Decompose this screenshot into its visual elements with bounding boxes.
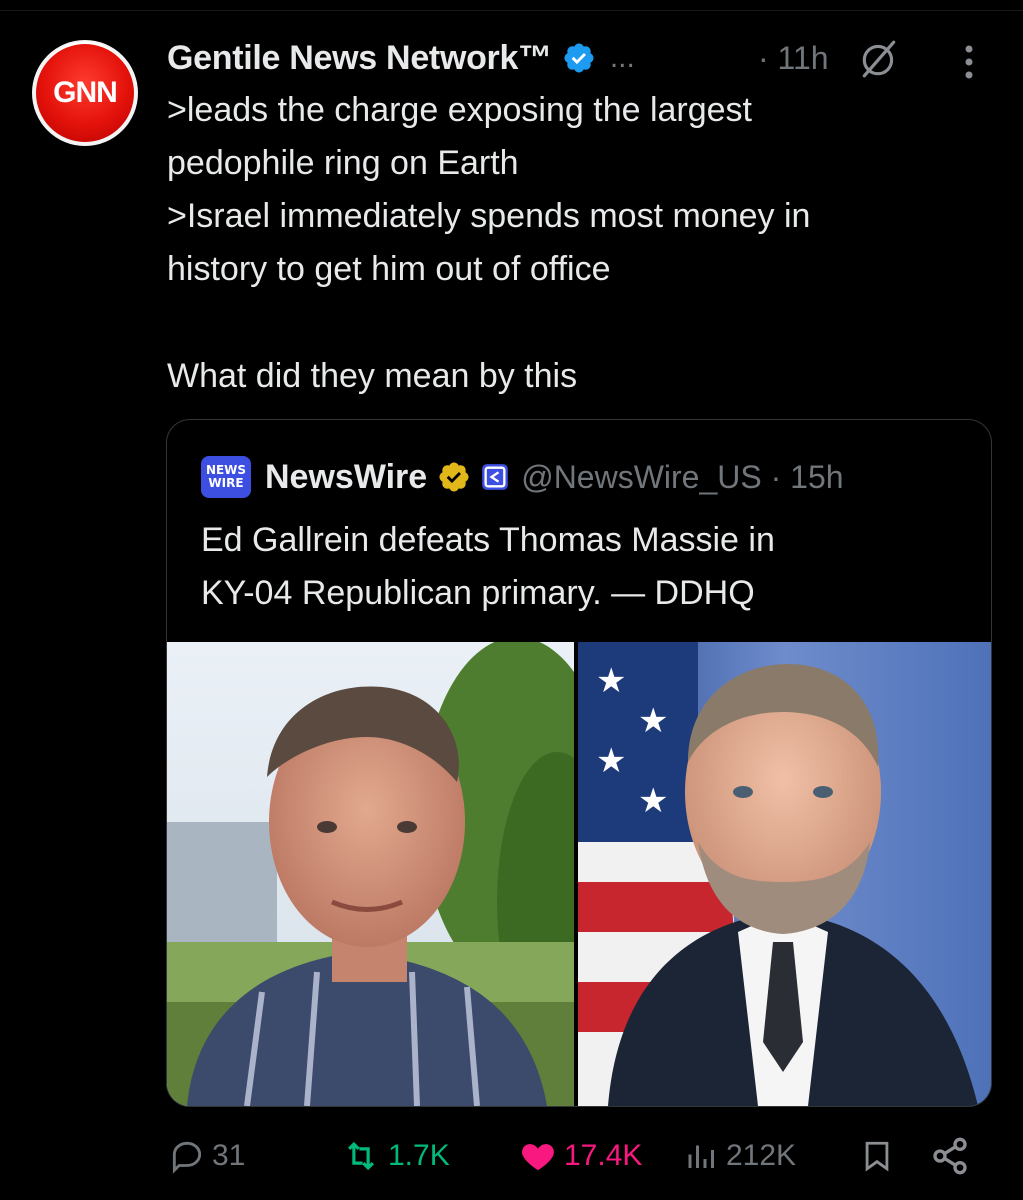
post-text-line: What did they mean by this bbox=[167, 357, 578, 395]
post-header: Gentile News Network™ ... bbox=[167, 34, 635, 82]
post-time[interactable]: · 11h bbox=[758, 34, 829, 82]
post-text-line: >leads the charge exposing the largest bbox=[167, 91, 753, 129]
more-dots: ... bbox=[609, 41, 635, 74]
post-text-line: >Israel immediately spends most money in bbox=[167, 197, 811, 235]
post-text-line: pedophile ring on Earth bbox=[167, 144, 519, 182]
quoted-post-header: NEWS WIRE NewsWire @NewsWire_US · 15h bbox=[201, 452, 844, 502]
reply-count: 31 bbox=[212, 1139, 246, 1172]
svg-text:★: ★ bbox=[638, 701, 668, 741]
svg-text:★: ★ bbox=[638, 781, 668, 821]
quoted-handle-time: @NewsWire_US · 15h bbox=[521, 458, 844, 495]
gold-verified-badge-icon bbox=[439, 462, 469, 492]
quoted-text-line: KY-04 Republican primary. — DDHQ bbox=[201, 574, 755, 612]
newswire-avatar[interactable]: NEWS WIRE bbox=[201, 456, 251, 498]
quoted-text-line: Ed Gallrein defeats Thomas Massie in bbox=[201, 521, 775, 559]
author-avatar[interactable]: GNN bbox=[32, 40, 138, 146]
repost-count: 1.7K bbox=[388, 1139, 450, 1172]
bookmark-button[interactable] bbox=[860, 1128, 900, 1184]
verified-badge-icon bbox=[564, 43, 594, 73]
affiliate-badge-icon bbox=[482, 464, 509, 490]
reply-icon bbox=[172, 1141, 202, 1174]
heart-icon bbox=[522, 1144, 554, 1171]
more-options-icon[interactable] bbox=[956, 42, 982, 82]
quoted-media[interactable]: ★ ★ ★ ★ bbox=[167, 642, 991, 1106]
share-icon bbox=[933, 1137, 967, 1175]
like-button[interactable]: 17.4K bbox=[518, 1128, 642, 1184]
like-count: 17.4K bbox=[564, 1139, 643, 1172]
reply-button[interactable]: 31 bbox=[168, 1128, 245, 1184]
newswire-logo-line: WIRE bbox=[208, 476, 244, 490]
grok-icon[interactable] bbox=[858, 38, 900, 80]
photo-left-image bbox=[167, 642, 574, 1106]
bookmark-icon bbox=[865, 1141, 889, 1172]
post-text-line: history to get him out of office bbox=[167, 250, 611, 288]
post-text: >leads the charge exposing the largest p… bbox=[167, 84, 987, 403]
quoted-text: Ed Gallrein defeats Thomas Massie in KY-… bbox=[201, 514, 961, 620]
views-button[interactable]: 212K bbox=[684, 1128, 796, 1184]
photo-left[interactable] bbox=[167, 642, 574, 1106]
top-divider bbox=[0, 10, 1023, 11]
svg-text:★: ★ bbox=[596, 741, 626, 781]
repost-icon bbox=[348, 1141, 374, 1171]
photo-right-image: ★ ★ ★ ★ bbox=[578, 642, 991, 1106]
quoted-post[interactable]: NEWS WIRE NewsWire @NewsWire_US · 15h Ed… bbox=[166, 419, 992, 1107]
author-name[interactable]: Gentile News Network™ bbox=[167, 39, 552, 78]
quoted-author-name[interactable]: NewsWire bbox=[265, 458, 427, 497]
avatar-logo: GNN bbox=[36, 44, 134, 142]
views-chart-icon bbox=[688, 1145, 714, 1168]
svg-text:★: ★ bbox=[596, 661, 626, 701]
repost-button[interactable]: 1.7K bbox=[340, 1128, 450, 1184]
views-count: 212K bbox=[726, 1139, 797, 1172]
photo-right[interactable]: ★ ★ ★ ★ bbox=[578, 642, 991, 1106]
action-bar: 31 1.7K 17.4K 212K bbox=[0, 1128, 1023, 1184]
share-button[interactable] bbox=[930, 1128, 976, 1184]
